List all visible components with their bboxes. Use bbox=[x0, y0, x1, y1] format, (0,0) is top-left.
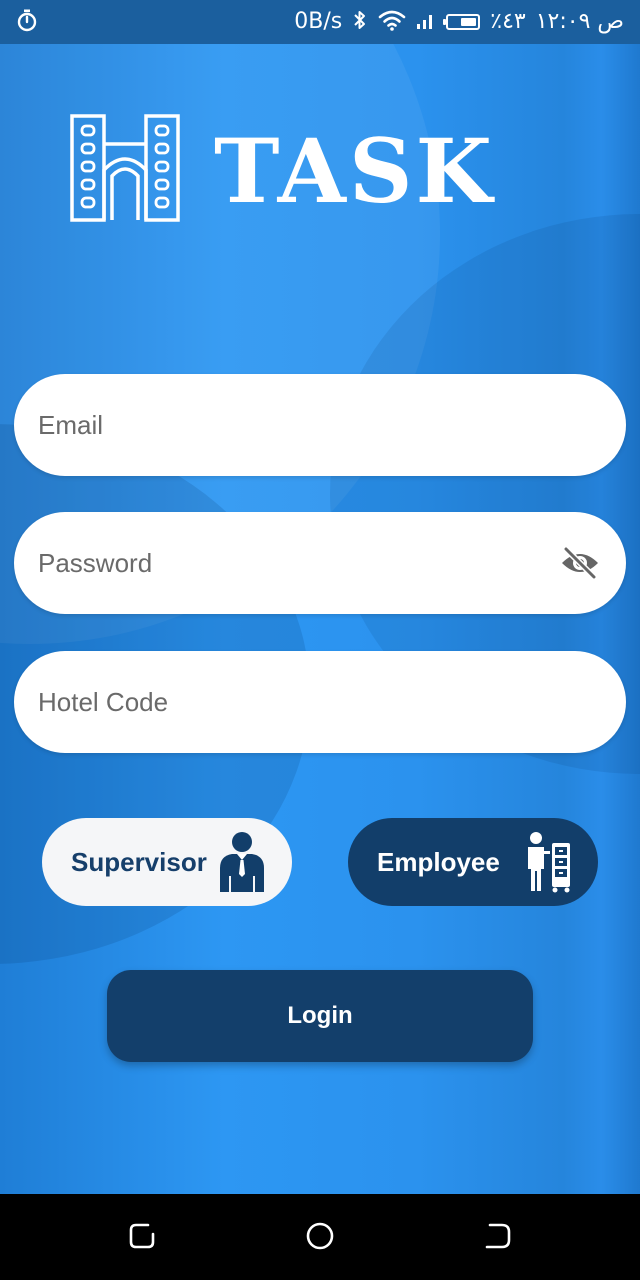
recents-icon[interactable] bbox=[126, 1220, 158, 1252]
status-right: 0B/s ٪٤٣ ص ١٢:٠٩ bbox=[294, 9, 624, 36]
home-icon[interactable] bbox=[304, 1220, 336, 1252]
supervisor-icon bbox=[218, 832, 266, 892]
password-field[interactable] bbox=[14, 512, 626, 614]
bluetooth-icon bbox=[352, 9, 368, 36]
network-speed: 0B/s bbox=[294, 9, 343, 34]
signal-icon bbox=[416, 10, 436, 35]
navigation-bar bbox=[0, 1194, 640, 1280]
supervisor-button[interactable]: Supervisor bbox=[42, 818, 292, 906]
wifi-icon bbox=[378, 9, 406, 36]
app-title: TASK bbox=[214, 118, 495, 223]
battery-percent: ٪٤٣ bbox=[490, 9, 526, 34]
login-screen: TASK Supervisor bbox=[0, 44, 640, 1194]
password-input[interactable] bbox=[38, 547, 558, 579]
email-field[interactable] bbox=[14, 374, 626, 476]
login-button[interactable]: Login bbox=[107, 970, 533, 1062]
hotel-building-icon bbox=[70, 114, 180, 227]
employee-label: Employee bbox=[377, 846, 500, 877]
supervisor-label: Supervisor bbox=[71, 846, 207, 877]
hotel-code-field[interactable] bbox=[14, 651, 626, 753]
login-label: Login bbox=[287, 1002, 353, 1029]
battery-level bbox=[460, 18, 477, 26]
battery-icon bbox=[443, 14, 481, 30]
status-bar: 0B/s ٪٤٣ ص ١٢:٠٩ bbox=[0, 0, 640, 44]
phone-screen: 0B/s ٪٤٣ ص ١٢:٠٩ TASK Email Hotel Code S… bbox=[0, 0, 640, 1280]
employee-button[interactable]: Employee bbox=[348, 818, 598, 906]
hotel-code-input[interactable] bbox=[38, 686, 602, 718]
employee-icon bbox=[524, 831, 572, 893]
back-icon[interactable] bbox=[482, 1220, 514, 1252]
eye-off-icon[interactable] bbox=[558, 541, 602, 585]
clock: ص ١٢:٠٩ bbox=[535, 9, 624, 34]
stopwatch-icon bbox=[16, 8, 38, 37]
app-logo: TASK bbox=[70, 114, 495, 227]
status-left bbox=[16, 8, 38, 37]
email-input[interactable] bbox=[38, 409, 602, 441]
